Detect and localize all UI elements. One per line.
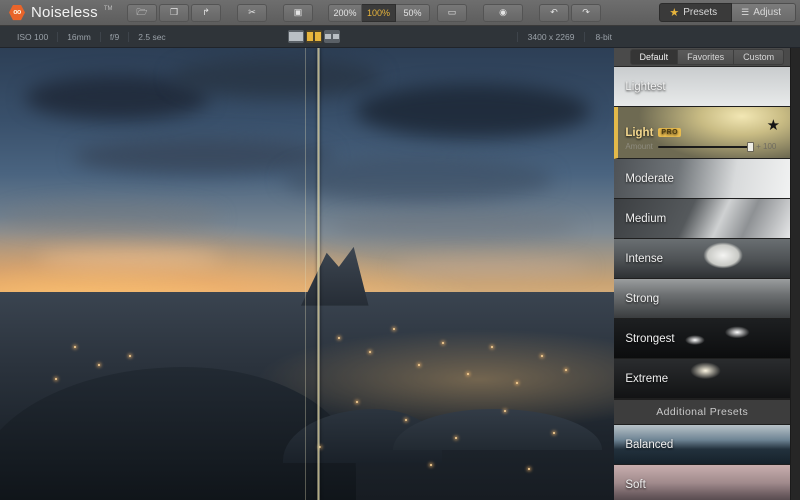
- star-icon: ★: [669, 6, 679, 19]
- view-side-by-side-button[interactable]: [324, 30, 340, 43]
- image-bit-depth: 8-bit: [584, 32, 622, 42]
- preset-label: Light PRO: [618, 127, 681, 139]
- exif-focal-length: 16mm: [58, 32, 101, 42]
- split-view-divider-handle[interactable]: [317, 48, 320, 500]
- crop-icon[interactable]: ▣: [283, 4, 313, 22]
- preset-name-text: Light: [625, 127, 653, 139]
- zoom-100-button[interactable]: 100%: [362, 4, 396, 22]
- noiseless-app-window: oo Noiseless TM 🗁 ❐ ↱ ✂ ▣ 200% 100% 50% …: [0, 0, 800, 500]
- view-split-button[interactable]: [306, 30, 322, 43]
- file-tools-group: 🗁 ❐ ↱: [126, 4, 222, 22]
- preset-item-intense[interactable]: Intense: [614, 239, 790, 279]
- preset-label: Medium: [614, 213, 666, 225]
- preset-item-lightest[interactable]: Lightest: [614, 67, 790, 107]
- preset-filter-bar: Default Favorites Custom: [614, 48, 790, 67]
- undo-arrow-icon[interactable]: ↶: [539, 4, 569, 22]
- preset-list[interactable]: Lightest Light PRO ★ Amount + 100: [614, 67, 790, 500]
- hexagon-logo-icon: oo: [9, 5, 25, 21]
- split-divider-ghost: [305, 48, 306, 500]
- fit-screen-icon[interactable]: ▭: [437, 4, 467, 22]
- exif-info: ISO 100 16mm f/9 2.5 sec: [0, 32, 175, 42]
- amount-slider-knob[interactable]: [747, 142, 754, 152]
- tab-adjust-label: Adjust: [753, 7, 781, 18]
- favorite-star-icon[interactable]: ★: [767, 116, 780, 134]
- preset-item-strong[interactable]: Strong: [614, 279, 790, 319]
- open-image-button[interactable]: 🗁: [127, 4, 157, 22]
- top-toolbar: oo Noiseless TM 🗁 ❐ ↱ ✂ ▣ 200% 100% 50% …: [0, 0, 800, 26]
- additional-presets-heading: Additional Presets: [614, 399, 790, 425]
- amount-slider-track[interactable]: [658, 146, 751, 148]
- zoom-50-button[interactable]: 50%: [396, 4, 430, 22]
- image-dimensions: 3400 x 2269: [517, 32, 585, 42]
- photo-rio-sunset: [0, 48, 614, 500]
- preset-item-strongest[interactable]: Strongest: [614, 319, 790, 359]
- preset-label: Extreme: [614, 373, 668, 385]
- preset-item-light[interactable]: Light PRO ★ Amount + 100: [614, 107, 790, 159]
- view-mode-group: [288, 30, 340, 43]
- preset-item-soft[interactable]: Soft: [614, 465, 790, 500]
- amount-slider[interactable]: Amount + 100: [625, 142, 782, 151]
- view-single-button[interactable]: [288, 30, 304, 43]
- filter-custom-button[interactable]: Custom: [734, 49, 784, 65]
- pro-badge: PRO: [658, 128, 681, 137]
- image-meta: 3400 x 2269 8-bit: [517, 32, 622, 42]
- main-body: Default Favorites Custom Lightest Light P…: [0, 48, 800, 500]
- eye-icon[interactable]: ◉: [483, 4, 523, 22]
- panel-tabs: ★ Presets ☰ Adjust: [659, 3, 796, 22]
- preset-label: Soft: [614, 479, 645, 491]
- redo-arrow-icon[interactable]: ↷: [571, 4, 601, 22]
- preset-label: Balanced: [614, 439, 673, 451]
- exif-iso: ISO 100: [8, 32, 58, 42]
- preset-list-scrollbar[interactable]: [790, 48, 800, 500]
- tab-presets[interactable]: ★ Presets: [659, 3, 732, 22]
- tab-adjust[interactable]: ☰ Adjust: [732, 3, 796, 22]
- tab-presets-label: Presets: [683, 7, 717, 18]
- mountain-far: [393, 409, 602, 451]
- zoom-200-button[interactable]: 200%: [328, 4, 362, 22]
- preset-label: Lightest: [614, 81, 665, 93]
- image-info-bar: ISO 100 16mm f/9 2.5 sec 3400 x 2269 8-b…: [0, 26, 800, 48]
- preset-item-extreme[interactable]: Extreme: [614, 359, 790, 399]
- trademark-mark: TM: [104, 6, 113, 12]
- layers-icon[interactable]: ❐: [159, 4, 189, 22]
- preset-label: Strong: [614, 293, 659, 305]
- preset-item-balanced[interactable]: Balanced: [614, 425, 790, 465]
- scissors-icon[interactable]: ✂: [237, 4, 267, 22]
- sliders-icon: ☰: [741, 7, 749, 18]
- app-title: Noiseless: [31, 4, 98, 21]
- preset-label: Strongest: [614, 333, 674, 345]
- preset-item-moderate[interactable]: Moderate: [614, 159, 790, 199]
- preset-label: Moderate: [614, 173, 674, 185]
- amount-slider-label: Amount: [625, 142, 653, 151]
- preset-label: Intense: [614, 253, 663, 265]
- exif-shutter-speed: 2.5 sec: [129, 32, 174, 42]
- city-layer: [0, 292, 614, 500]
- image-canvas[interactable]: [0, 48, 614, 500]
- exif-aperture: f/9: [101, 32, 129, 42]
- presets-panel: Default Favorites Custom Lightest Light P…: [614, 48, 790, 500]
- filter-favorites-button[interactable]: Favorites: [678, 49, 734, 65]
- amount-slider-value: + 100: [756, 142, 782, 151]
- zoom-level-group: 200% 100% 50%: [328, 4, 430, 22]
- share-export-button[interactable]: ↱: [191, 4, 221, 22]
- app-brand: oo Noiseless TM: [0, 4, 126, 21]
- preset-item-medium[interactable]: Medium: [614, 199, 790, 239]
- filter-default-button[interactable]: Default: [630, 49, 679, 65]
